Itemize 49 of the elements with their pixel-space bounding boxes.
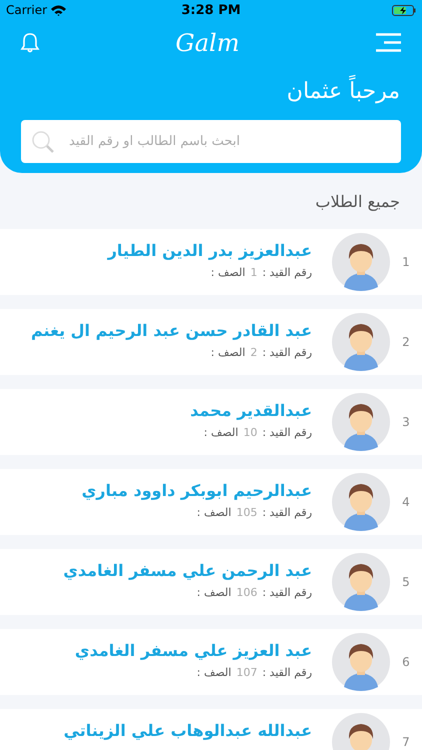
class-label: الصف :: [196, 506, 232, 519]
clock-time: 3:28 PM: [181, 2, 241, 18]
student-name: عبدالعزيز بدر الدين الطيار: [108, 241, 312, 260]
row-number: 6: [401, 655, 411, 669]
id-label: رقم القيد :: [262, 666, 312, 679]
avatar-icon: [332, 553, 390, 611]
row-number: 7: [401, 735, 411, 749]
class-label: الصف :: [196, 586, 232, 599]
id-label: رقم القيد :: [262, 266, 312, 279]
section-title: جميع الطلاب: [315, 192, 400, 210]
avatar-icon: [332, 633, 390, 691]
id-value: 105: [236, 506, 258, 519]
avatar-icon: [332, 313, 390, 371]
student-name: عبد العزيز علي مسفر الغامدي: [74, 641, 312, 660]
wifi-icon: [51, 4, 66, 16]
id-label: رقم القيد :: [262, 506, 312, 519]
avatar-icon: [332, 393, 390, 451]
class-label: الصف :: [210, 266, 246, 279]
row-number: 3: [401, 415, 411, 429]
class-label: الصف :: [204, 426, 238, 439]
id-value: 106: [236, 586, 258, 599]
carrier-label: Carrier: [6, 3, 48, 17]
greeting: مرحباً عثمان: [0, 65, 422, 115]
student-name: عبدالرحيم ابوبكر داوود مباري: [82, 481, 312, 500]
student-name: عبدالله عبدالوهاب علي الزيناتي: [64, 721, 312, 740]
id-label: رقم القيد :: [262, 426, 312, 439]
student-name: عبد القادر حسن عبد الرحيم ال يغنم: [30, 321, 312, 340]
row-number: 2: [401, 335, 411, 349]
row-number: 5: [401, 575, 411, 589]
class-label: الصف :: [196, 666, 232, 679]
class-label: الصف :: [210, 346, 246, 359]
id-value: 107: [236, 666, 258, 679]
id-value: 1: [250, 266, 258, 279]
menu-icon[interactable]: [374, 33, 402, 52]
id-value: 2: [250, 346, 258, 359]
search-icon: [31, 130, 55, 154]
battery-icon: [392, 4, 416, 16]
bell-icon[interactable]: [20, 32, 40, 54]
id-label: رقم القيد :: [262, 586, 312, 599]
row-number: 1: [401, 255, 411, 269]
row-number: 4: [401, 495, 411, 509]
student-name: عبد الرحمن علي مسفر الغامدي: [63, 561, 312, 580]
avatar-icon: [332, 233, 390, 291]
id-label: رقم القيد :: [262, 346, 312, 359]
app-logo: Galm: [176, 28, 240, 56]
search-field[interactable]: ابحث باسم الطالب او رقم القيد: [21, 120, 401, 163]
student-name: عبدالقدير محمد: [190, 401, 312, 420]
avatar-icon: [332, 473, 390, 531]
id-value: 10: [243, 426, 258, 439]
